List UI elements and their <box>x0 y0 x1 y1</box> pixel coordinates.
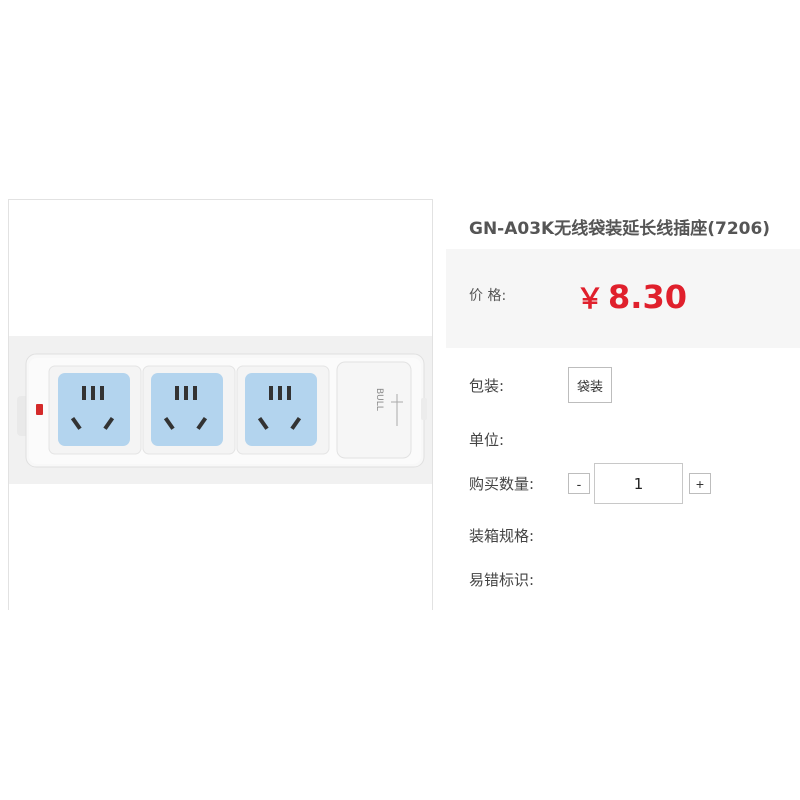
price-value: ￥ 8.30 <box>576 277 687 317</box>
packaging-label: 包装: <box>469 377 505 395</box>
strip-end-cap <box>421 398 427 420</box>
quantity-increase-button[interactable]: + <box>689 473 711 494</box>
price-label: 价 格: <box>469 288 507 304</box>
brand-logo-text: BULL <box>374 388 384 411</box>
socket-1 <box>48 365 142 455</box>
currency-symbol: ￥ <box>576 282 605 315</box>
quantity-input[interactable] <box>594 463 683 504</box>
product-title: GN-A03K无线袋装延长线插座(7206) <box>469 219 771 239</box>
socket-2 <box>142 365 236 455</box>
packaging-option-bag[interactable]: 袋装 <box>568 367 612 403</box>
brand-plate: BULL <box>336 361 412 459</box>
price-amount: 8.30 <box>608 278 687 316</box>
error-mark-label: 易错标识: <box>469 571 535 589</box>
power-strip-image: BULL <box>17 353 427 468</box>
product-photo[interactable]: BULL <box>9 336 432 484</box>
power-indicator-light <box>36 404 43 415</box>
quantity-decrease-button[interactable]: - <box>568 473 590 494</box>
socket-3 <box>236 365 330 455</box>
unit-label: 单位: <box>469 431 505 449</box>
product-image-panel: BULL <box>8 199 433 610</box>
quantity-label: 购买数量: <box>469 475 535 493</box>
box-spec-label: 装箱规格: <box>469 527 535 545</box>
price-panel: 价 格: ￥ 8.30 <box>446 249 800 348</box>
